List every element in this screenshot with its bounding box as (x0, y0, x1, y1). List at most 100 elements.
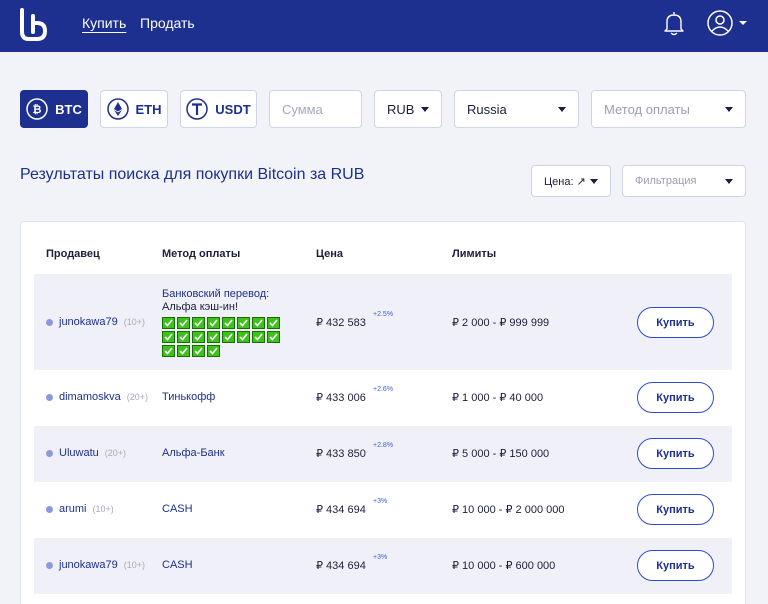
column-header-limits: Лимиты (452, 248, 497, 260)
filter-select[interactable]: Фильтрация (622, 165, 746, 197)
column-header-price: Цена (316, 248, 344, 260)
bitcoin-icon: ₿ (26, 98, 48, 120)
seller-trade-count: (10+) (123, 560, 145, 570)
buy-button[interactable]: Купить (637, 382, 714, 413)
payment-method-select[interactable]: Метод оплаты (591, 90, 746, 128)
table-row: Uluwatu (20+) Альфа-Банк ₽ 433 850 +2.8%… (34, 426, 732, 482)
seller-name: dimamoskva (59, 391, 121, 403)
checkmark-icon (267, 317, 280, 329)
payment-method: Тинькофф (162, 391, 216, 403)
online-status-dot (46, 449, 53, 457)
limits-value: ₽ 5 000 - ₽ 150 000 (452, 448, 550, 460)
crypto-btc-label: BTC (55, 101, 82, 117)
country-select[interactable]: Russia (454, 90, 579, 128)
chevron-down-icon (590, 178, 598, 184)
seller-link[interactable]: Uluwatu (20+) (46, 447, 126, 459)
seller-name: junokawa79 (59, 559, 118, 571)
limits-value: ₽ 1 000 - ₽ 40 000 (452, 392, 544, 404)
checkmark-icon (237, 317, 250, 329)
checkmark-icon (222, 317, 235, 329)
payment-method-placeholder: Метод оплаты (604, 101, 690, 117)
amount-input[interactable]: Сумма (269, 90, 362, 128)
payment-method: Альфа-Банк (162, 447, 225, 459)
seller-name: junokawa79 (59, 316, 118, 328)
table-row: junokawa79 (10+) Банковский перевод: Аль… (34, 274, 732, 370)
checkmark-icon (162, 317, 175, 329)
crypto-eth-button[interactable]: ETH (100, 90, 168, 128)
payment-method: Банковский перевод: Альфа кэш-ин! (162, 288, 280, 357)
filter-label: Фильтрация (635, 175, 697, 187)
table-row: junokawa79 (10+) CASH ₽ 434 694 +3% ₽ 10… (34, 538, 732, 594)
nav-sell-link[interactable]: Продать (140, 15, 195, 31)
price-delta: +2.6% (373, 386, 394, 393)
nav-buy-link[interactable]: Купить (82, 15, 126, 31)
table-row: arumi (10+) CASH ₽ 434 694 +3% ₽ 10 000 … (34, 482, 732, 538)
seller-name: arumi (59, 503, 87, 515)
chevron-down-icon (725, 106, 733, 112)
limits-value: ₽ 10 000 - ₽ 600 000 (452, 560, 556, 572)
checkmark-icon (177, 331, 190, 343)
checkmark-icon (192, 345, 205, 357)
seller-link[interactable]: junokawa79 (10+) (46, 316, 145, 328)
price-delta: +2.5% (373, 311, 394, 318)
checkmark-icon (252, 317, 265, 329)
bell-icon[interactable] (663, 10, 685, 36)
country-value: Russia (467, 101, 507, 117)
chevron-down-icon (725, 178, 733, 184)
price-value: ₽ 434 694 (316, 560, 366, 572)
checkmark-icon (222, 331, 235, 343)
buy-button[interactable]: Купить (637, 494, 714, 525)
checkmark-icon (162, 331, 175, 343)
checkmark-icon (207, 317, 220, 329)
checkmark-icon (207, 331, 220, 343)
payment-method-line2: Альфа кэш-ин! (162, 301, 239, 313)
chevron-down-icon (558, 106, 566, 112)
seller-trade-count: (20+) (104, 448, 127, 458)
column-header-seller: Продавец (46, 248, 100, 260)
results-title: Результаты поиска для покупки Bitcoin за… (20, 166, 365, 183)
checkmark-icon (267, 331, 280, 343)
price-sort-select[interactable]: Цена: ↗ (531, 165, 611, 197)
buy-button[interactable]: Купить (637, 438, 714, 469)
payment-method: CASH (162, 559, 193, 571)
online-status-dot (46, 318, 53, 326)
svg-text:₿: ₿ (33, 104, 42, 116)
online-status-dot (46, 393, 53, 401)
chevron-down-icon (421, 106, 429, 112)
checkmark-icon (162, 345, 175, 357)
ethereum-icon (106, 98, 129, 120)
price-value: ₽ 432 583 (316, 317, 366, 329)
checkmark-icon (207, 345, 220, 357)
checkmark-icon (192, 331, 205, 343)
checkmark-icon (192, 317, 205, 329)
buy-button[interactable]: Купить (637, 307, 714, 338)
seller-trade-count: (10+) (92, 504, 114, 514)
seller-link[interactable]: junokawa79 (10+) (46, 559, 145, 571)
buy-button[interactable]: Купить (637, 550, 714, 581)
price-value: ₽ 433 850 (316, 448, 366, 460)
crypto-eth-label: ETH (135, 101, 162, 117)
top-navbar: Купить Продать (0, 0, 768, 52)
online-status-dot (46, 561, 53, 569)
user-icon[interactable] (706, 9, 750, 37)
currency-value: RUB (387, 101, 415, 117)
seller-trade-count: (10+) (123, 317, 145, 327)
price-sort-label: Цена: ↗ (544, 175, 586, 188)
table-row: dimamoskva (20+) Тинькофф ₽ 433 006 +2.6… (34, 370, 732, 426)
crypto-btc-button[interactable]: ₿ BTC (20, 90, 88, 128)
checkmark-icon (252, 331, 265, 343)
payment-method-line1: Банковский перевод: (162, 288, 270, 300)
crypto-usdt-button[interactable]: USDT (180, 90, 257, 128)
payment-method: CASH (162, 503, 193, 515)
price-delta: +3% (373, 554, 388, 561)
crypto-usdt-label: USDT (215, 101, 251, 117)
lp-logo[interactable] (18, 8, 48, 42)
price-delta: +2.8% (373, 442, 394, 449)
limits-value: ₽ 10 000 - ₽ 2 000 000 (452, 504, 565, 516)
tether-icon (186, 98, 209, 120)
price-delta: +3% (373, 498, 388, 505)
seller-link[interactable]: dimamoskva (20+) (46, 391, 148, 403)
limits-value: ₽ 2 000 - ₽ 999 999 (452, 317, 550, 329)
seller-link[interactable]: arumi (10+) (46, 503, 114, 515)
currency-select[interactable]: RUB (374, 90, 442, 128)
